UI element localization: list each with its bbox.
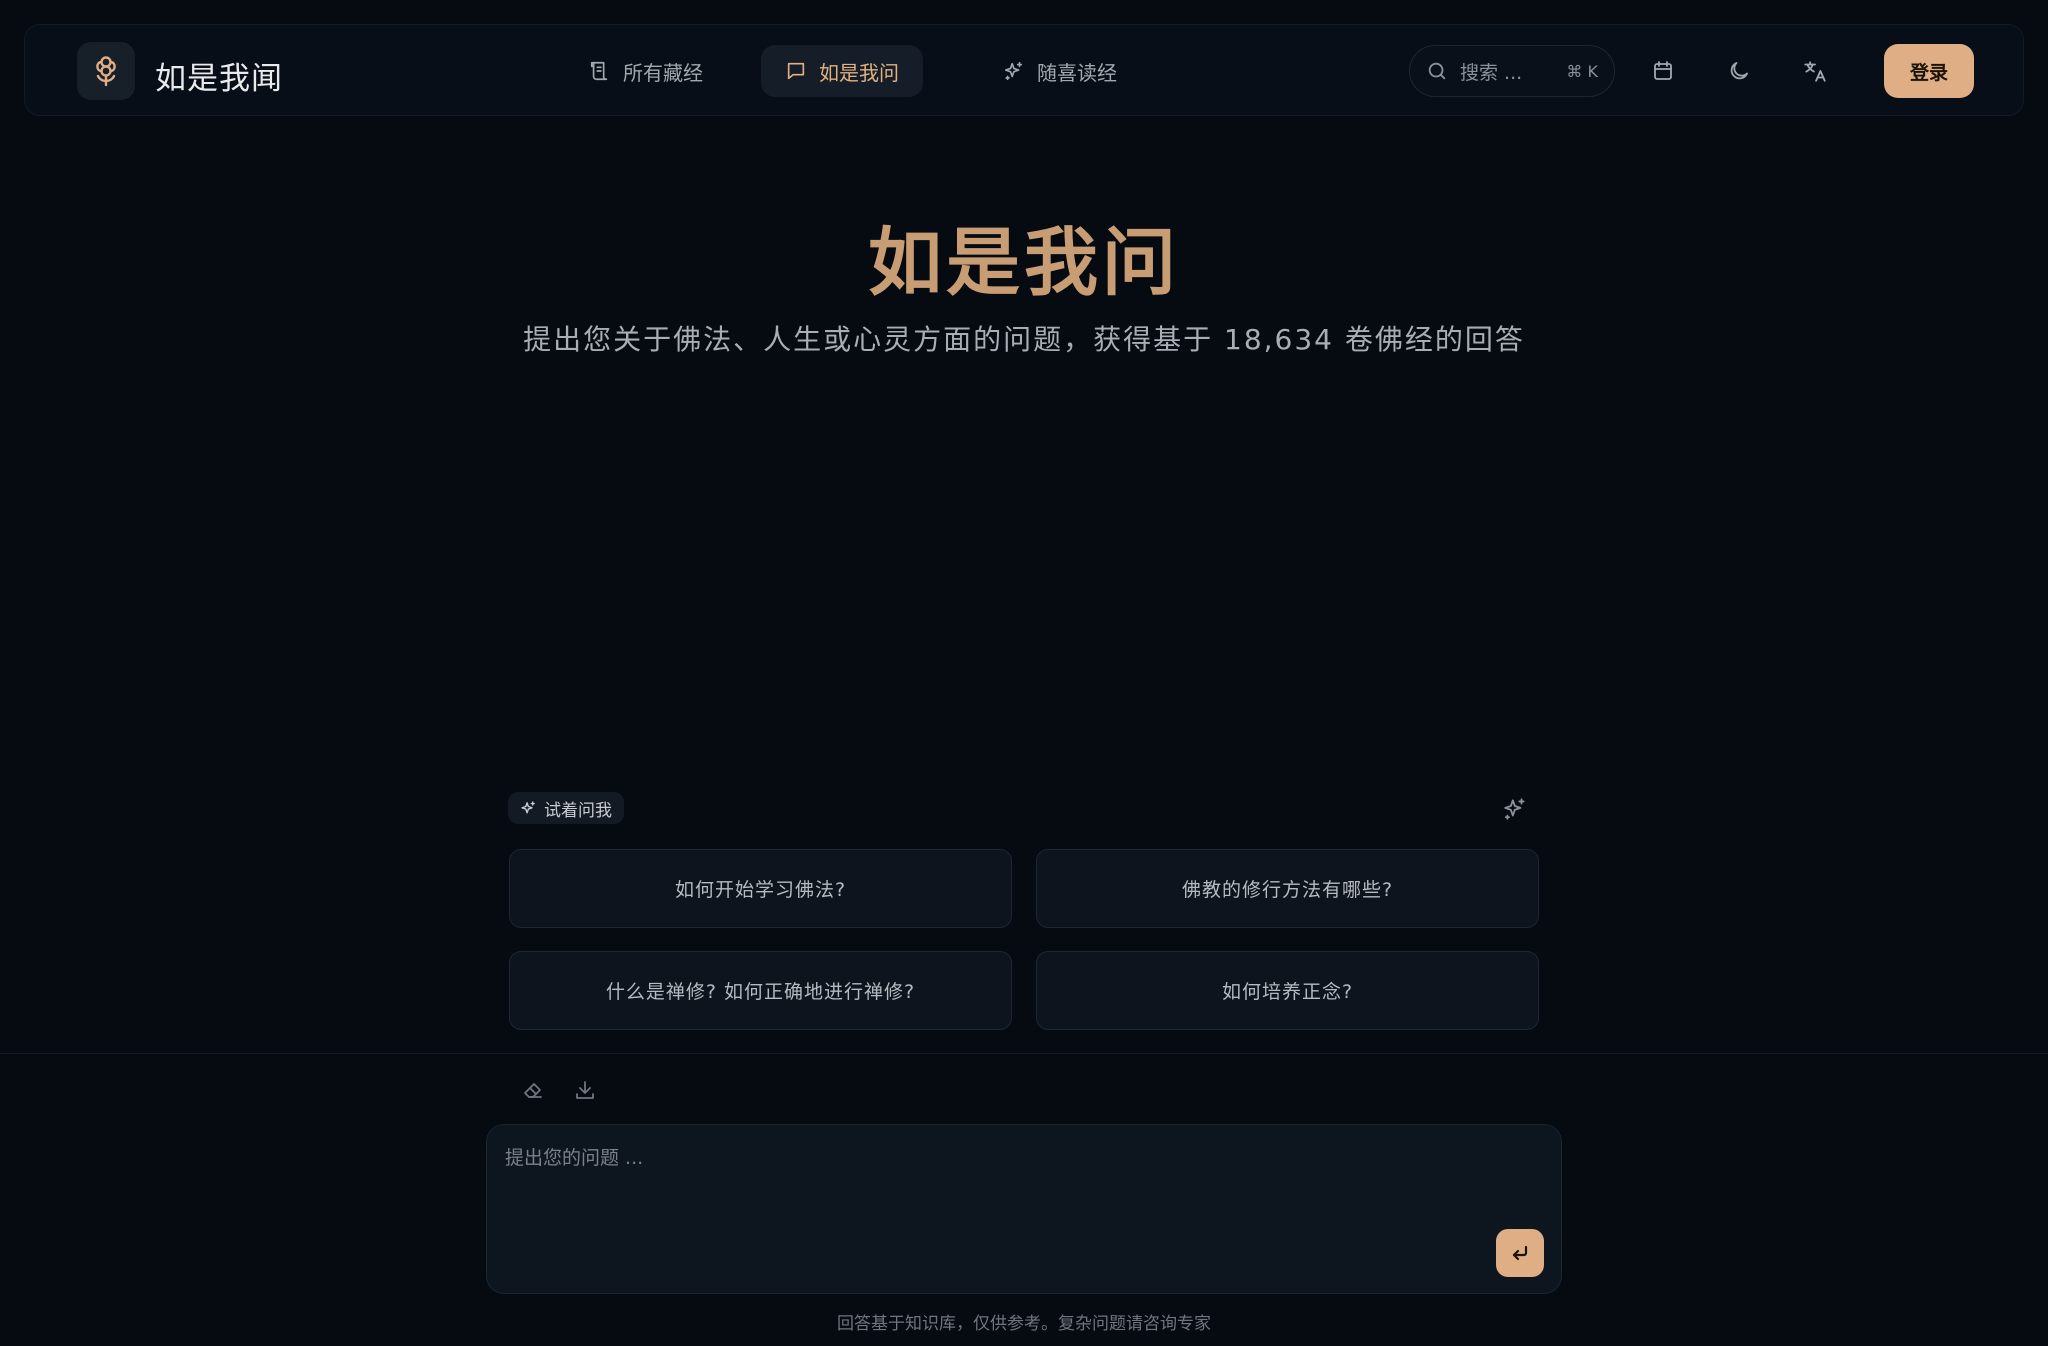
theme-toggle-button[interactable] [1721,53,1757,89]
sparkles-icon [1502,796,1528,822]
question-input[interactable] [505,1143,1525,1253]
scroll-icon [589,60,611,82]
sparkles-icon [1003,60,1025,82]
clear-chat-button[interactable] [519,1076,547,1104]
download-chat-button[interactable] [571,1076,599,1104]
language-button[interactable] [1797,53,1833,89]
suggestion-card[interactable]: 佛教的修行方法有哪些? [1036,849,1539,928]
nav-random-reading[interactable]: 随喜读经 [979,45,1141,97]
search-shortcut: ⌘ K [1566,61,1598,81]
enter-icon [1508,1241,1532,1265]
suggestion-card[interactable]: 如何开始学习佛法? [509,849,1012,928]
download-icon [573,1078,597,1102]
eraser-icon [521,1078,545,1102]
try-asking-label: 试着问我 [544,800,612,821]
try-asking-badge: 试着问我 [508,792,624,824]
brand-name[interactable]: 如是我闻 [155,53,283,98]
search-placeholder: 搜索 ... [1460,61,1523,84]
search-icon [1426,60,1448,82]
lotus-logo-icon[interactable] [77,42,135,100]
login-button[interactable]: 登录 [1884,44,1974,98]
disclaimer-text: 回答基于知识库，仅供参考。复杂问题请咨询专家 [837,1314,1211,1334]
suggestion-card[interactable]: 如何培养正念? [1036,951,1539,1030]
page-subtitle: 提出您关于佛法、人生或心灵方面的问题，获得基于 18,634 卷佛经的回答 [523,323,1525,356]
suggestion-card[interactable]: 什么是禅修? 如何正确地进行禅修? [509,951,1012,1030]
nav-all-scriptures[interactable]: 所有藏经 [565,45,727,97]
nav-ask[interactable]: 如是我问 [761,45,923,97]
nav-label: 随喜读经 [1037,60,1117,85]
moon-icon [1727,59,1751,83]
chat-icon [785,60,807,82]
sparkles-icon [520,800,537,817]
nav-label: 所有藏经 [623,60,703,85]
send-button[interactable] [1496,1229,1544,1277]
question-composer [486,1124,1562,1294]
refresh-suggestions-button[interactable] [1500,794,1530,824]
top-navbar: 如是我闻 所有藏经 如是我问 随喜读经 搜索 ... ⌘ K 登录 [24,24,2024,116]
calendar-icon [1651,59,1675,83]
page-title: 如是我问 [868,220,1180,306]
composer-divider [0,1053,2048,1054]
nav-label: 如是我问 [819,60,899,85]
translate-icon [1802,58,1828,84]
search-box[interactable]: 搜索 ... ⌘ K [1409,45,1615,97]
calendar-button[interactable] [1645,53,1681,89]
